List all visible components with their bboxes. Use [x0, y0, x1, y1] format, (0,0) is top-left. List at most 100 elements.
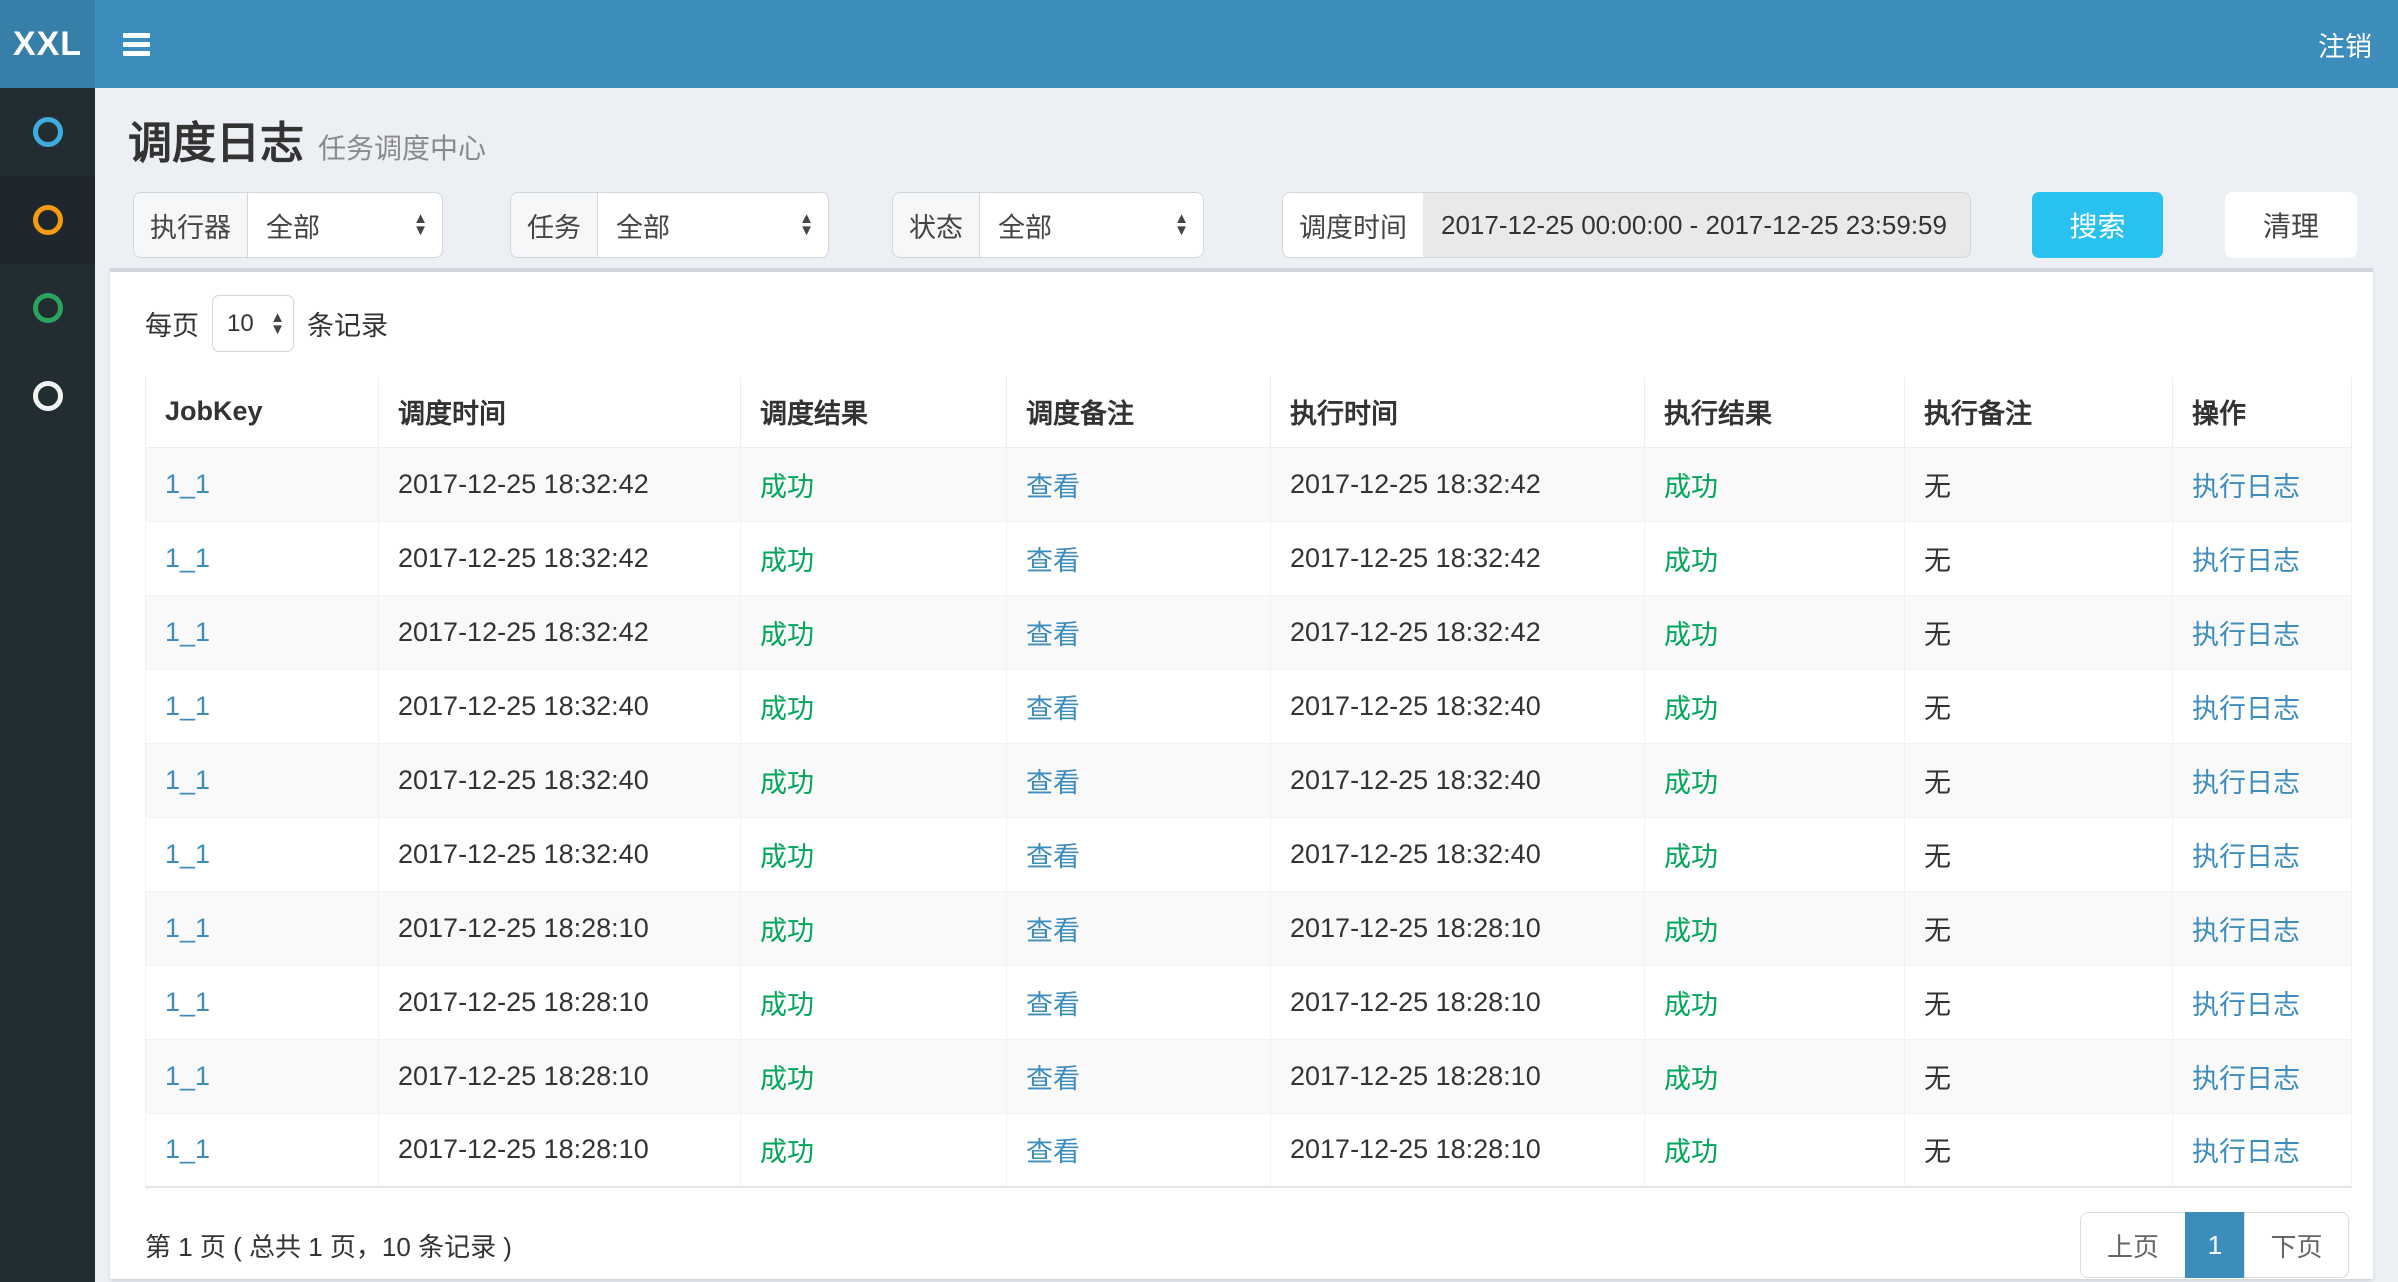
- job-filter-label: 任务: [510, 192, 597, 258]
- job-key-link[interactable]: 1_1: [165, 691, 210, 721]
- job-key-link[interactable]: 1_1: [165, 1061, 210, 1091]
- select-arrows-icon: ▲▼: [799, 213, 814, 237]
- table-row: 1_12017-12-25 18:32:40成功查看2017-12-25 18:…: [146, 669, 2352, 743]
- next-page-button[interactable]: 下页: [2244, 1212, 2349, 1278]
- handle-result-cell: 成功: [1664, 694, 1718, 724]
- column-header: 执行时间: [1271, 377, 1645, 447]
- execution-log-link[interactable]: 执行日志: [2192, 916, 2300, 946]
- table-row: 1_12017-12-25 18:32:42成功查看2017-12-25 18:…: [146, 595, 2352, 669]
- previous-page-button[interactable]: 上页: [2080, 1212, 2186, 1278]
- trigger-msg-link[interactable]: 查看: [1026, 916, 1080, 946]
- handle-msg-cell: 无: [1924, 546, 1951, 576]
- executor-select-value: 全部: [266, 206, 320, 245]
- clear-button[interactable]: 清理: [2225, 192, 2357, 258]
- circle-icon: [33, 205, 63, 235]
- execution-log-link[interactable]: 执行日志: [2192, 990, 2300, 1020]
- sidebar: [0, 88, 95, 1282]
- trigger-msg-link[interactable]: 查看: [1026, 694, 1080, 724]
- table-row: 1_12017-12-25 18:28:10成功查看2017-12-25 18:…: [146, 1113, 2352, 1187]
- handle-result-cell: 成功: [1664, 546, 1718, 576]
- job-key-link[interactable]: 1_1: [165, 543, 210, 573]
- job-filter-group: 任务 全部 ▲▼: [510, 192, 829, 258]
- page-length-prefix: 每页: [145, 304, 199, 343]
- sidebar-menu-item-1[interactable]: [0, 88, 95, 176]
- main-content: 调度日志任务调度中心 执行器 全部 ▲▼ 任务 全部 ▲▼ 状态: [95, 88, 2398, 1282]
- page-subtitle: 任务调度中心: [318, 133, 486, 164]
- column-header: 执行结果: [1645, 377, 1905, 447]
- trigger-result-cell: 成功: [760, 472, 814, 502]
- execution-log-link[interactable]: 执行日志: [2192, 768, 2300, 798]
- job-select-value: 全部: [616, 206, 670, 245]
- trigger-result-cell: 成功: [760, 1064, 814, 1094]
- trigger-time-range-input[interactable]: 2017-12-25 00:00:00 - 2017-12-25 23:59:5…: [1423, 192, 1971, 258]
- execution-log-link[interactable]: 执行日志: [2192, 1064, 2300, 1094]
- log-table-box: 每页 10 ▲▼ 条记录 JobKey调度时间调度结果调度备注执行时间执行结果执…: [110, 268, 2373, 1279]
- trigger-msg-link[interactable]: 查看: [1026, 842, 1080, 872]
- job-key-link[interactable]: 1_1: [165, 469, 210, 499]
- execution-log-link[interactable]: 执行日志: [2192, 472, 2300, 502]
- page-length-select[interactable]: 10 ▲▼: [212, 295, 294, 352]
- execution-log-link[interactable]: 执行日志: [2192, 620, 2300, 650]
- handle-msg-cell: 无: [1924, 620, 1951, 650]
- trigger-result-cell: 成功: [760, 1137, 814, 1167]
- executor-select[interactable]: 全部 ▲▼: [247, 192, 443, 258]
- table-footer: 第 1 页 ( 总共 1 页，10 条记录 ) 上页 1 下页: [145, 1211, 2349, 1279]
- trigger-result-cell: 成功: [760, 694, 814, 724]
- job-key-link[interactable]: 1_1: [165, 617, 210, 647]
- handle-msg-cell: 无: [1924, 1064, 1951, 1094]
- handle-time-cell: 2017-12-25 18:32:40: [1290, 765, 1541, 795]
- execution-log-link[interactable]: 执行日志: [2192, 842, 2300, 872]
- job-select[interactable]: 全部 ▲▼: [597, 192, 829, 258]
- handle-msg-cell: 无: [1924, 842, 1951, 872]
- status-select[interactable]: 全部 ▲▼: [979, 192, 1204, 258]
- job-key-link[interactable]: 1_1: [165, 839, 210, 869]
- page-header: 调度日志任务调度中心: [95, 88, 2398, 192]
- page-length-suffix: 条记录: [307, 304, 388, 343]
- job-key-link[interactable]: 1_1: [165, 765, 210, 795]
- trigger-msg-link[interactable]: 查看: [1026, 1137, 1080, 1167]
- table-row: 1_12017-12-25 18:32:42成功查看2017-12-25 18:…: [146, 521, 2352, 595]
- execution-log-link[interactable]: 执行日志: [2192, 1137, 2300, 1167]
- handle-time-cell: 2017-12-25 18:28:10: [1290, 1134, 1541, 1164]
- pagination: 上页 1 下页: [2080, 1212, 2349, 1278]
- handle-msg-cell: 无: [1924, 472, 1951, 502]
- handle-msg-cell: 无: [1924, 1137, 1951, 1167]
- current-page-button[interactable]: 1: [2185, 1212, 2245, 1278]
- trigger-msg-link[interactable]: 查看: [1026, 620, 1080, 650]
- trigger-msg-link[interactable]: 查看: [1026, 1064, 1080, 1094]
- executor-filter-label: 执行器: [133, 192, 247, 258]
- top-navbar: XXL 注销: [0, 0, 2398, 88]
- sidebar-menu-item-3[interactable]: [0, 264, 95, 352]
- sidebar-toggle-icon[interactable]: [101, 0, 171, 88]
- trigger-msg-link[interactable]: 查看: [1026, 768, 1080, 798]
- sidebar-menu-item-2[interactable]: [0, 176, 95, 264]
- execution-log-link[interactable]: 执行日志: [2192, 694, 2300, 724]
- circle-icon: [33, 381, 63, 411]
- trigger-time-filter-label: 调度时间: [1282, 192, 1423, 258]
- status-filter-label: 状态: [892, 192, 979, 258]
- trigger-msg-link[interactable]: 查看: [1026, 990, 1080, 1020]
- trigger-time-cell: 2017-12-25 18:32:40: [398, 839, 649, 869]
- table-row: 1_12017-12-25 18:28:10成功查看2017-12-25 18:…: [146, 1039, 2352, 1113]
- logout-link[interactable]: 注销: [2292, 0, 2398, 88]
- sidebar-menu-item-4[interactable]: [0, 352, 95, 440]
- trigger-msg-link[interactable]: 查看: [1026, 546, 1080, 576]
- trigger-msg-link[interactable]: 查看: [1026, 472, 1080, 502]
- column-header: JobKey: [146, 377, 379, 447]
- app-logo[interactable]: XXL: [0, 0, 95, 88]
- circle-icon: [33, 293, 63, 323]
- execution-log-link[interactable]: 执行日志: [2192, 546, 2300, 576]
- job-key-link[interactable]: 1_1: [165, 1134, 210, 1164]
- handle-result-cell: 成功: [1664, 1137, 1718, 1167]
- table-row: 1_12017-12-25 18:28:10成功查看2017-12-25 18:…: [146, 891, 2352, 965]
- job-key-link[interactable]: 1_1: [165, 913, 210, 943]
- handle-result-cell: 成功: [1664, 472, 1718, 502]
- trigger-time-filter-group: 调度时间 2017-12-25 00:00:00 - 2017-12-25 23…: [1282, 192, 1971, 258]
- trigger-time-cell: 2017-12-25 18:28:10: [398, 913, 649, 943]
- handle-result-cell: 成功: [1664, 768, 1718, 798]
- job-key-link[interactable]: 1_1: [165, 987, 210, 1017]
- executor-filter-group: 执行器 全部 ▲▼: [133, 192, 443, 258]
- handle-time-cell: 2017-12-25 18:28:10: [1290, 987, 1541, 1017]
- search-button[interactable]: 搜索: [2032, 192, 2163, 258]
- table-header: JobKey调度时间调度结果调度备注执行时间执行结果执行备注操作: [146, 377, 2352, 447]
